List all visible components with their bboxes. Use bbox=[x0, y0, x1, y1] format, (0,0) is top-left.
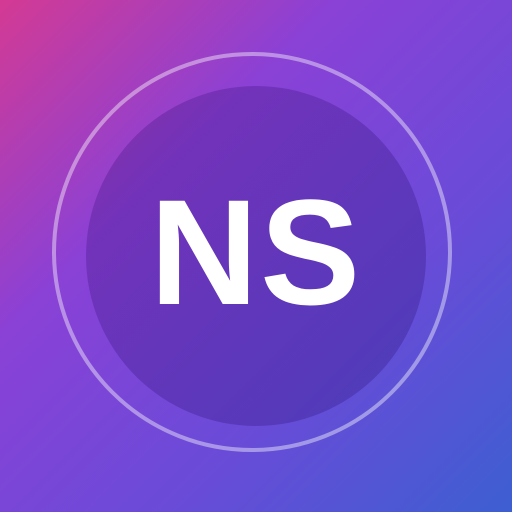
monogram-initials: NS bbox=[149, 168, 363, 336]
app-icon-tile: NS bbox=[0, 0, 512, 512]
